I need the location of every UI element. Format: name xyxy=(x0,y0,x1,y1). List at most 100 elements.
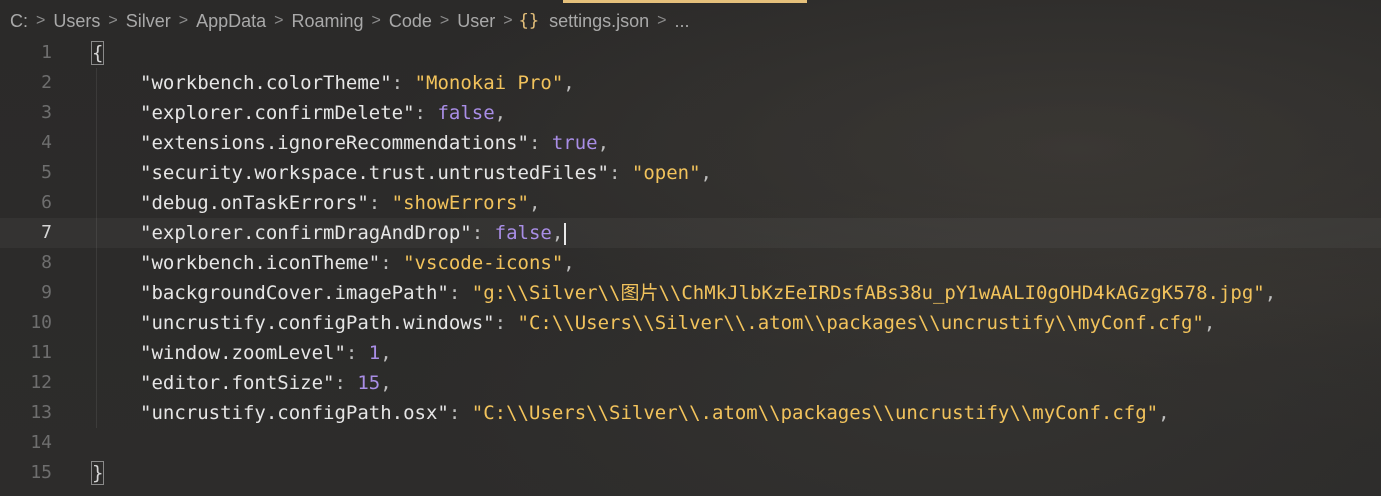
code-line[interactable]: 8 "workbench.iconTheme": "vscode-icons", xyxy=(0,248,1381,278)
setting-value: "C:\\Users\\Silver\\.atom\\packages\\unc… xyxy=(517,312,1204,334)
chevron-right-icon: > xyxy=(178,12,189,29)
line-number: 14 xyxy=(30,432,52,453)
json-brace: } xyxy=(90,461,105,485)
breadcrumb-item-drive[interactable]: C: xyxy=(8,11,30,32)
colon: : xyxy=(345,342,369,364)
comma: , xyxy=(1203,312,1216,334)
line-number: 15 xyxy=(30,462,52,483)
setting-value: 15 xyxy=(357,372,381,394)
line-number: 7 xyxy=(41,222,52,243)
breadcrumb-item-silver[interactable]: Silver xyxy=(124,11,173,32)
breadcrumb-item-symbols[interactable]: ... xyxy=(672,11,691,32)
code-line[interactable]: 11 "window.zoomLevel": 1, xyxy=(0,338,1381,368)
line-content: { xyxy=(90,38,105,68)
breadcrumb-item-users[interactable]: Users xyxy=(51,11,102,32)
code-line[interactable]: 13 "uncrustify.configPath.osx": "C:\\User… xyxy=(0,398,1381,428)
comma: , xyxy=(563,72,575,94)
chevron-right-icon: > xyxy=(108,12,118,29)
code-line[interactable]: 12 "editor.fontSize": 15, xyxy=(0,368,1381,398)
text-cursor xyxy=(564,222,567,245)
colon: : xyxy=(528,132,552,154)
code-line[interactable]: 1{ xyxy=(0,38,1381,68)
line-content: "extensions.ignoreRecommendations": true… xyxy=(92,128,609,158)
colon: : xyxy=(380,252,404,274)
code-line[interactable]: 9 "backgroundCover.imagePath": "g:\\Silve… xyxy=(0,278,1381,308)
line-content: "explorer.confirmDragAndDrop": false, xyxy=(92,218,567,248)
setting-value: false xyxy=(494,222,552,244)
line-content: "debug.onTaskErrors": "showErrors", xyxy=(92,188,540,218)
comma: , xyxy=(700,162,712,184)
code-line[interactable]: 6 "debug.onTaskErrors": "showErrors", xyxy=(0,188,1381,218)
line-content: "security.workspace.trust.untrustedFiles… xyxy=(92,158,712,188)
code-editor[interactable]: 1{2 "workbench.colorTheme": "Monokai Pro"… xyxy=(0,38,1381,488)
comma: , xyxy=(380,342,392,364)
setting-key: "security.workspace.trust.untrustedFiles… xyxy=(140,162,609,184)
colon: : xyxy=(448,282,472,304)
colon: : xyxy=(448,402,472,424)
active-tab-indicator xyxy=(563,0,807,3)
code-line[interactable]: 4 "extensions.ignoreRecommendations": tru… xyxy=(0,128,1381,158)
setting-value: true xyxy=(551,132,598,154)
colon: : xyxy=(391,72,415,94)
setting-key: "workbench.colorTheme" xyxy=(140,72,392,94)
comma: , xyxy=(1264,282,1277,304)
colon: : xyxy=(334,372,358,394)
code-line[interactable]: 15} xyxy=(0,458,1381,488)
breadcrumb-item-file[interactable]: settings.json xyxy=(547,11,651,32)
chevron-right-icon: > xyxy=(36,12,46,29)
colon: : xyxy=(471,222,495,244)
code-line[interactable]: 3 "explorer.confirmDelete": false, xyxy=(0,98,1381,128)
comma: , xyxy=(551,222,564,244)
code-line[interactable]: 14 xyxy=(0,428,1381,458)
colon: : xyxy=(494,312,518,334)
breadcrumb-item-code[interactable]: Code xyxy=(387,11,434,32)
line-number: 8 xyxy=(41,252,52,273)
comma: , xyxy=(528,192,541,214)
colon: : xyxy=(609,162,632,184)
line-number: 4 xyxy=(41,132,52,153)
comma: , xyxy=(380,372,392,394)
setting-value: "vscode-icons" xyxy=(403,252,564,274)
setting-key: "backgroundCover.imagePath" xyxy=(140,282,449,304)
line-number: 9 xyxy=(41,282,52,303)
line-content: "uncrustify.configPath.windows": "C:\\Us… xyxy=(92,308,1215,338)
chevron-right-icon: > xyxy=(439,12,450,29)
setting-key: "window.zoomLevel" xyxy=(140,342,346,364)
chevron-right-icon: > xyxy=(274,12,284,29)
line-number: 6 xyxy=(41,192,52,213)
line-number: 10 xyxy=(30,312,52,333)
json-file-icon: {} xyxy=(518,11,540,31)
breadcrumb-item-appdata[interactable]: AppData xyxy=(194,11,268,32)
line-content: "editor.fontSize": 15, xyxy=(92,368,392,398)
setting-key: "explorer.confirmDelete" xyxy=(140,102,415,124)
line-number: 2 xyxy=(41,72,52,93)
setting-value: 1 xyxy=(368,342,381,364)
comma: , xyxy=(1158,402,1170,424)
line-content: "window.zoomLevel": 1, xyxy=(92,338,392,368)
chevron-right-icon: > xyxy=(371,12,381,29)
setting-value: false xyxy=(437,102,495,124)
chevron-right-icon: > xyxy=(657,12,667,29)
code-line[interactable]: 5 "security.workspace.trust.untrustedFile… xyxy=(0,158,1381,188)
setting-value: "open" xyxy=(631,162,701,184)
colon: : xyxy=(414,102,438,124)
line-content: "backgroundCover.imagePath": "g:\\Silver… xyxy=(92,278,1276,308)
breadcrumb-item-user[interactable]: User xyxy=(455,11,497,32)
json-brace: { xyxy=(90,41,105,65)
comma: , xyxy=(494,102,507,124)
code-line[interactable]: 2 "workbench.colorTheme": "Monokai Pro", xyxy=(0,68,1381,98)
line-number: 1 xyxy=(41,42,52,63)
setting-key: "editor.fontSize" xyxy=(140,372,335,394)
breadcrumb-item-roaming[interactable]: Roaming xyxy=(289,11,365,32)
chevron-right-icon: > xyxy=(503,12,513,29)
line-number: 12 xyxy=(30,372,52,393)
setting-value: "C:\\Users\\Silver\\.atom\\packages\\unc… xyxy=(471,402,1159,424)
setting-key: "debug.onTaskErrors" xyxy=(140,192,369,214)
code-line[interactable]: 10 "uncrustify.configPath.windows": "C:\\… xyxy=(0,308,1381,338)
setting-key: "uncrustify.configPath.windows" xyxy=(140,312,495,334)
setting-value: "Monokai Pro" xyxy=(414,72,564,94)
setting-value: "g:\\Silver\\图片\\ChMkJlbKzEeIRDsfABs38u_… xyxy=(471,282,1265,304)
line-content: "uncrustify.configPath.osx": "C:\\Users\… xyxy=(92,398,1170,428)
code-line[interactable]: 7 "explorer.confirmDragAndDrop": false, xyxy=(0,218,1381,248)
line-number: 13 xyxy=(30,402,52,423)
